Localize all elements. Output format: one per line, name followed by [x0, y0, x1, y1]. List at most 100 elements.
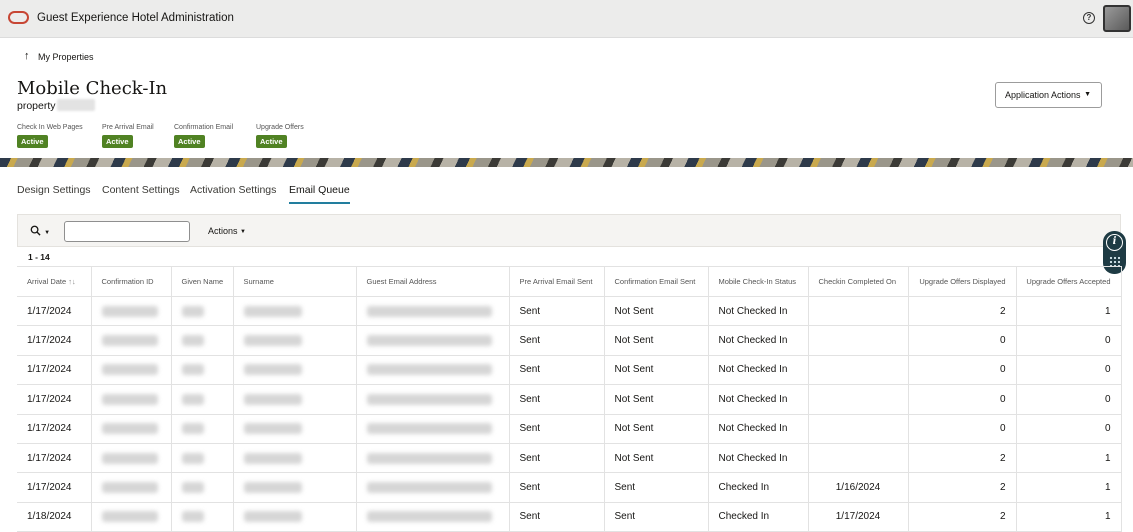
confirmation-id-cell — [91, 296, 172, 327]
table-row[interactable]: 1/17/2024 Sent Sent Checked In 1/16/2024 2 1 — [17, 472, 1122, 503]
status-check-in-web-pages: Check In Web Pages Active — [17, 124, 83, 149]
column-header-upgrade-offers-accepted[interactable]: Upgrade Offers Accepted — [1016, 266, 1122, 297]
confirmation-email-sent-cell: Not Sent — [604, 296, 709, 327]
upgrade-offers-displayed-cell: 0 — [908, 414, 1017, 444]
surname-cell — [233, 443, 357, 474]
table-row[interactable]: 1/17/2024 Sent Not Sent Not Checked In 0 0 — [17, 384, 1122, 415]
actions-menu-button[interactable]: Actions ▼ — [208, 226, 246, 236]
pre-arrival-email-sent-cell: Sent — [509, 325, 605, 356]
redacted-value — [366, 511, 492, 523]
table-row[interactable]: 1/17/2024 Sent Not Sent Not Checked In 0 0 — [17, 325, 1122, 356]
search-menu-button[interactable]: ▼ — [30, 225, 50, 239]
confirmation-id-cell — [91, 355, 172, 386]
info-icon[interactable]: i — [1106, 234, 1123, 251]
table-row[interactable]: 1/17/2024 Sent Not Sent Not Checked In 2 1 — [17, 443, 1122, 474]
column-header-upgrade-offers-displayed[interactable]: Upgrade Offers Displayed — [908, 266, 1017, 297]
redacted-value — [181, 393, 204, 405]
column-header-given-name[interactable]: Given Name — [171, 266, 234, 297]
column-header-confirmation-email-sent[interactable]: Confirmation Email Sent — [604, 266, 709, 297]
table-row[interactable]: 1/18/2024 Sent Sent Checked In 1/17/2024 2 1 — [17, 502, 1122, 532]
redacted-value — [243, 364, 302, 376]
checkin-completed-on-cell — [808, 296, 909, 327]
property-value-redacted — [57, 99, 95, 111]
column-header-confirmation-id[interactable]: Confirmation ID — [91, 266, 172, 297]
confirmation-id-cell — [91, 472, 172, 503]
help-icon[interactable]: ? — [1083, 12, 1095, 24]
tab-email-queue[interactable]: Email Queue — [289, 184, 350, 204]
checkin-completed-on-cell — [808, 384, 909, 415]
checkin-completed-on-cell — [808, 325, 909, 356]
table-row[interactable]: 1/17/2024 Sent Not Sent Not Checked In 0 0 — [17, 355, 1122, 386]
sort-icon[interactable]: ↑↓ — [68, 277, 76, 286]
redacted-value — [101, 335, 158, 347]
guest-email-cell — [356, 414, 510, 444]
column-header-pre-arrival-email-sent[interactable]: Pre Arrival Email Sent — [509, 266, 605, 297]
confirmation-email-sent-cell: Not Sent — [604, 384, 709, 415]
redacted-value — [101, 511, 158, 523]
upgrade-offers-accepted-cell: 0 — [1016, 325, 1122, 356]
my-properties-link[interactable]: My Properties — [38, 52, 94, 62]
search-input[interactable] — [64, 221, 190, 242]
surname-cell — [233, 355, 357, 386]
redacted-value — [366, 393, 492, 405]
surname-cell — [233, 472, 357, 503]
guest-email-cell — [356, 472, 510, 503]
redacted-value — [101, 423, 158, 435]
redacted-value — [243, 305, 302, 317]
redacted-value — [366, 335, 492, 347]
pre-arrival-email-sent-cell: Sent — [509, 414, 605, 444]
avatar[interactable] — [1103, 5, 1131, 32]
surname-cell — [233, 325, 357, 356]
application-actions-button[interactable]: Application Actions ▼ — [995, 82, 1102, 108]
upgrade-offers-displayed-cell: 0 — [908, 384, 1017, 415]
redacted-value — [243, 335, 302, 347]
status-upgrade-offers: Upgrade Offers Active — [256, 124, 304, 149]
given-name-cell — [171, 502, 234, 532]
guest-email-cell — [356, 296, 510, 327]
status-confirmation-email: Confirmation Email Active — [174, 124, 233, 149]
arrival-date-cell: 1/17/2024 — [17, 355, 92, 386]
status-badge: Active — [174, 135, 205, 148]
arrow-up-icon[interactable]: ↑ — [24, 50, 30, 62]
pre-arrival-email-sent-cell: Sent — [509, 296, 605, 327]
pre-arrival-email-sent-cell: Sent — [509, 502, 605, 532]
oracle-logo-icon[interactable] — [8, 11, 29, 24]
page-title: Mobile Check-In — [17, 78, 168, 99]
column-header-mobile-check-in-status[interactable]: Mobile Check-In Status — [708, 266, 809, 297]
status-badge: Active — [102, 135, 133, 148]
app-title: Guest Experience Hotel Administration — [37, 12, 234, 24]
upgrade-offers-accepted-cell: 0 — [1016, 414, 1122, 444]
guest-email-cell — [356, 384, 510, 415]
confirmation-email-sent-cell: Not Sent — [604, 443, 709, 474]
column-header-checkin-completed-on[interactable]: Checkin Completed On — [808, 266, 909, 297]
tab-design-settings[interactable]: Design Settings — [17, 184, 91, 196]
application-actions-label: Application Actions — [1005, 90, 1081, 100]
column-header-guest-email[interactable]: Guest Email Address — [356, 266, 510, 297]
mobile-check-in-status-cell: Checked In — [708, 472, 809, 503]
given-name-cell — [171, 384, 234, 415]
column-header-surname[interactable]: Surname — [233, 266, 357, 297]
arrival-date-cell: 1/17/2024 — [17, 472, 92, 503]
surname-cell — [233, 296, 357, 327]
confirmation-id-cell — [91, 414, 172, 444]
property-label: property — [17, 100, 56, 112]
upgrade-offers-accepted-cell: 1 — [1016, 443, 1122, 474]
upgrade-offers-displayed-cell: 2 — [908, 472, 1017, 503]
confirmation-email-sent-cell: Not Sent — [604, 355, 709, 386]
redacted-value — [243, 452, 302, 464]
column-header-arrival-date[interactable]: Arrival Date ↑↓ — [17, 266, 92, 297]
surname-cell — [233, 502, 357, 532]
arrival-date-cell: 1/17/2024 — [17, 443, 92, 474]
confirmation-id-cell — [91, 443, 172, 474]
surname-cell — [233, 384, 357, 415]
status-badge: Active — [256, 135, 287, 148]
tab-activation-settings[interactable]: Activation Settings — [190, 184, 276, 196]
upgrade-offers-displayed-cell: 0 — [908, 325, 1017, 356]
tab-content-settings[interactable]: Content Settings — [102, 184, 180, 196]
table-row[interactable]: 1/17/2024 Sent Not Sent Not Checked In 2 1 — [17, 296, 1122, 327]
table-row[interactable]: 1/17/2024 Sent Not Sent Not Checked In 0 0 — [17, 414, 1122, 444]
upgrade-offers-accepted-cell: 0 — [1016, 355, 1122, 386]
redacted-value — [366, 364, 492, 376]
mobile-check-in-status-cell: Checked In — [708, 502, 809, 532]
confirmation-id-cell — [91, 384, 172, 415]
